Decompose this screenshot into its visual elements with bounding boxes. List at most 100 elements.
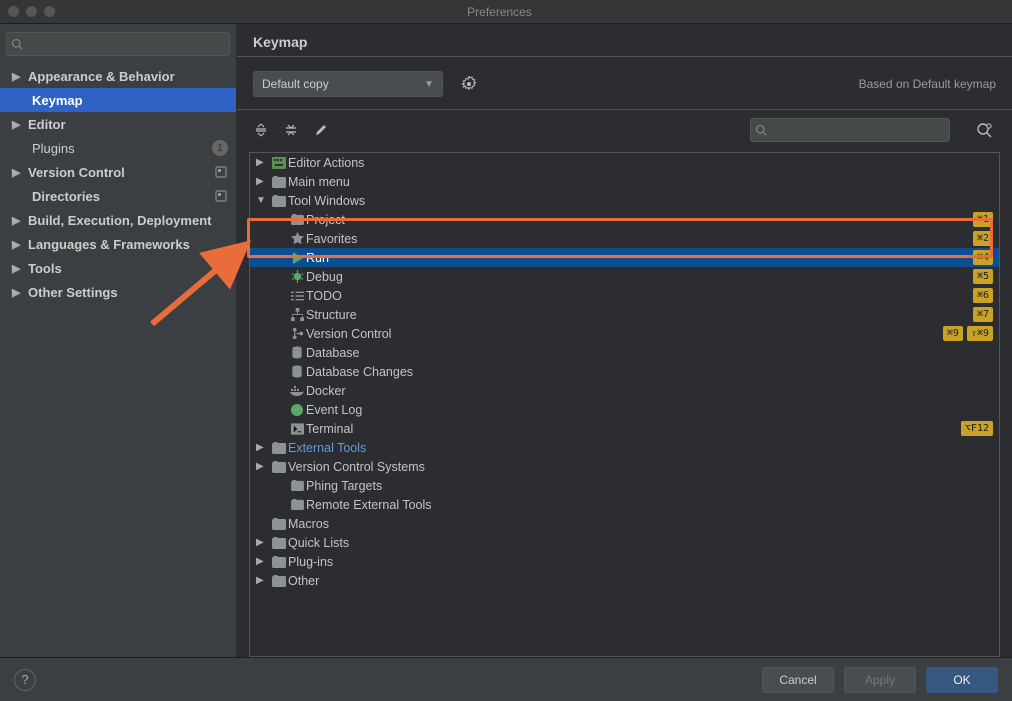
zoom-window-icon[interactable]: [44, 6, 55, 17]
expand-all-button[interactable]: [253, 122, 269, 138]
chevron-right-icon: ▶: [256, 461, 270, 472]
sidebar-item-plugins[interactable]: Plugins 1: [0, 136, 236, 160]
tree-row-label: Version Control: [306, 327, 939, 341]
sidebar-item-languages-frameworks[interactable]: ▶Languages & Frameworks: [0, 232, 236, 256]
todo-icon: [288, 290, 306, 302]
chevron-right-icon: ▶: [256, 575, 270, 586]
docker-icon: [288, 385, 306, 397]
chevron-right-icon: ▶: [256, 157, 270, 168]
folder-icon: [270, 195, 288, 207]
sidebar-item-other-settings[interactable]: ▶Other Settings: [0, 280, 236, 304]
page-title: Keymap: [253, 34, 996, 50]
chevron-right-icon: ▶: [12, 166, 28, 179]
tree-row-version-control-systems[interactable]: ▶Version Control Systems: [250, 457, 999, 476]
folder-icon: [270, 537, 288, 549]
tree-row-tool-windows[interactable]: ▼ Tool Windows: [250, 191, 999, 210]
structure-icon: [288, 308, 306, 321]
help-button[interactable]: ?: [14, 669, 36, 691]
tree-search-input[interactable]: [771, 123, 945, 137]
chevron-right-icon: ▶: [256, 556, 270, 567]
shortcut-badge: ⌘1: [973, 212, 993, 227]
close-window-icon[interactable]: [8, 6, 19, 17]
tree-row-phing-targets[interactable]: Phing Targets: [250, 476, 999, 495]
folder-mini-icon: [288, 214, 306, 225]
folder-icon: [270, 461, 288, 473]
find-shortcut-icon: [976, 122, 992, 138]
chevron-right-icon: ▶: [12, 118, 28, 131]
folder-mini-icon: [288, 480, 306, 491]
tree-row-version-control[interactable]: Version Control⌘9⇧⌘9: [250, 324, 999, 343]
tree-row-label: Remote External Tools: [306, 498, 993, 512]
shortcut-badge: ⌘5: [973, 269, 993, 284]
tree-row-label: Favorites: [306, 232, 969, 246]
keymap-scheme-dropdown[interactable]: Default copy ▼: [253, 71, 443, 97]
chevron-right-icon: ▶: [256, 442, 270, 453]
find-by-shortcut-button[interactable]: [972, 118, 996, 142]
tree-row-debug[interactable]: Debug⌘5: [250, 267, 999, 286]
scheme-actions-button[interactable]: [455, 71, 483, 97]
tree-row-label: Database Changes: [306, 365, 993, 379]
sidebar-item-appearance-behavior[interactable]: ▶Appearance & Behavior: [0, 64, 236, 88]
tree-row-plug-ins[interactable]: ▶ Plug-ins: [250, 552, 999, 571]
folder-mini-icon: [288, 499, 306, 510]
tree-row-docker[interactable]: Docker: [250, 381, 999, 400]
chevron-right-icon: ▶: [12, 238, 28, 251]
tree-row-event-log[interactable]: Event Log: [250, 400, 999, 419]
tree-row-remote-external-tools[interactable]: Remote External Tools: [250, 495, 999, 514]
tree-row-todo[interactable]: TODO⌘6: [250, 286, 999, 305]
tree-row-other[interactable]: ▶Other: [250, 571, 999, 590]
sidebar-item-label: Build, Execution, Deployment: [28, 213, 211, 228]
tree-row-database[interactable]: Database: [250, 343, 999, 362]
tree-row-quick-lists[interactable]: ▶Quick Lists: [250, 533, 999, 552]
ok-button[interactable]: OK: [926, 667, 998, 693]
tree-row-editor-actions[interactable]: ▶Editor Actions: [250, 153, 999, 172]
tree-row-favorites[interactable]: Favorites⌘2: [250, 229, 999, 248]
expand-icon: [254, 123, 268, 137]
chevron-right-icon: ▶: [256, 176, 270, 187]
sidebar-item-build-execution-deployment[interactable]: ▶Build, Execution, Deployment: [0, 208, 236, 232]
sidebar-search[interactable]: [6, 32, 230, 56]
shortcut-badge: ⌘6: [973, 288, 993, 303]
tree-row-structure[interactable]: Structure⌘7: [250, 305, 999, 324]
star-icon: [288, 232, 306, 245]
sidebar-item-keymap[interactable]: Keymap: [0, 88, 236, 112]
folder-icon: [270, 518, 288, 530]
tree-row-project[interactable]: Project⌘1: [250, 210, 999, 229]
tree-row-label: Quick Lists: [288, 536, 993, 550]
sidebar-item-tools[interactable]: ▶Tools: [0, 256, 236, 280]
terminal-icon: [288, 423, 306, 435]
sidebar-nav: ▶Appearance & BehaviorKeymap▶EditorPlugi…: [0, 64, 236, 304]
chevron-right-icon: ▶: [12, 286, 28, 299]
tree-row-main-menu[interactable]: ▶Main menu: [250, 172, 999, 191]
tree-row-terminal[interactable]: Terminal⌥F12: [250, 419, 999, 438]
shortcut-badge: ⇧⌘9: [967, 326, 993, 341]
tree-row-run[interactable]: Run⌘4: [250, 248, 999, 267]
cancel-button[interactable]: Cancel: [762, 667, 834, 693]
sidebar-item-version-control[interactable]: ▶Version Control: [0, 160, 236, 184]
window-title: Preferences: [55, 5, 944, 19]
db-icon: [288, 346, 306, 359]
sidebar-item-label: Plugins: [32, 141, 75, 156]
sidebar-item-directories[interactable]: Directories: [0, 184, 236, 208]
sidebar-item-label: Other Settings: [28, 285, 118, 300]
sidebar-item-label: Directories: [32, 189, 100, 204]
sidebar-item-editor[interactable]: ▶Editor: [0, 112, 236, 136]
sidebar-item-label: Editor: [28, 117, 66, 132]
edit-shortcut-button[interactable]: [313, 122, 329, 138]
tree-row-label: Macros: [288, 517, 993, 531]
minimize-window-icon[interactable]: [26, 6, 37, 17]
tree-row-database-changes[interactable]: Database Changes: [250, 362, 999, 381]
collapse-all-button[interactable]: [283, 122, 299, 138]
tree-search[interactable]: [750, 118, 950, 142]
tree-row-macros[interactable]: Macros: [250, 514, 999, 533]
sidebar-search-input[interactable]: [27, 37, 225, 51]
badge: 1: [212, 140, 228, 156]
help-icon: ?: [21, 672, 28, 687]
tree-row-external-tools[interactable]: ▶External Tools: [250, 438, 999, 457]
main-header: Keymap: [237, 24, 1012, 57]
tree-row-label: Tool Windows: [288, 194, 993, 208]
actions-tree[interactable]: ▶Editor Actions▶Main menu ▼ Tool Windows Pr…: [249, 152, 1000, 657]
debug-icon: [288, 270, 306, 283]
chevron-down-icon: ▼: [256, 195, 270, 206]
tree-row-label: Plug-ins: [288, 555, 993, 569]
